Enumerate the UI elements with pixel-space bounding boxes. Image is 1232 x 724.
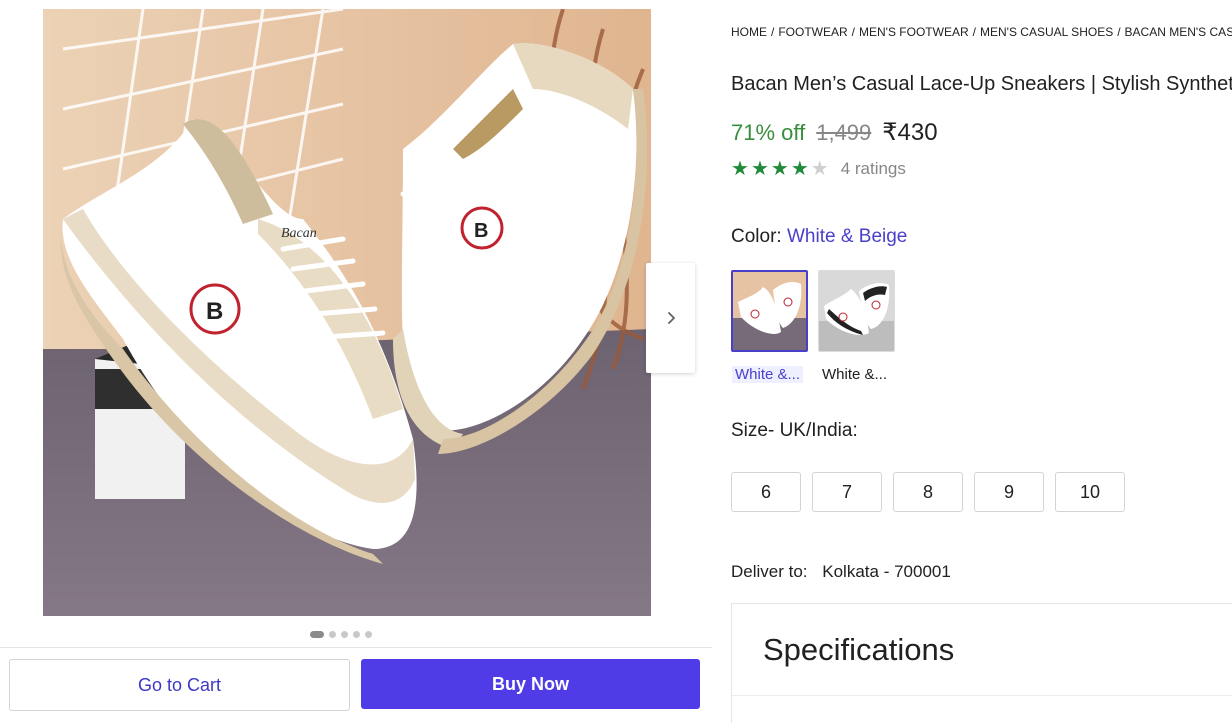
delivery-location: Kolkata - 700001 xyxy=(822,562,951,581)
breadcrumb-bacan[interactable]: BACAN MEN'S CASUAL xyxy=(1125,25,1232,39)
brand-logo: Bacan xyxy=(281,226,317,241)
next-image-button[interactable] xyxy=(646,263,695,373)
deliver-label: Deliver to: xyxy=(731,562,808,581)
selling-price: ₹430 xyxy=(882,119,938,146)
star-icon: ★ xyxy=(731,158,749,180)
gallery-dot[interactable] xyxy=(353,631,360,638)
divider xyxy=(732,695,1232,696)
color-label-text: Color: xyxy=(731,226,782,247)
product-gallery: B Bacan B Go to Cart Buy Now xyxy=(0,0,712,724)
product-details: HOME / FOOTWEAR / MEN'S FOOTWEAR / MEN'S CASUA… xyxy=(731,0,1232,723)
size-label: Size- UK/India: xyxy=(731,420,858,441)
action-bar: Go to Cart Buy Now xyxy=(0,647,712,724)
color-swatch-white-black[interactable] xyxy=(818,270,895,352)
size-option-7[interactable]: 7 xyxy=(812,472,882,512)
star-icon: ★ xyxy=(790,158,809,180)
color-swatch-white-beige[interactable] xyxy=(731,270,808,352)
breadcrumb: HOME / FOOTWEAR / MEN'S FOOTWEAR / MEN'S CASUA… xyxy=(731,25,1232,39)
sneaker-photo: B Bacan B xyxy=(43,9,651,616)
product-title: Bacan Men’s Casual Lace-Up Sneakers | St… xyxy=(731,73,1232,95)
chevron-right-icon xyxy=(667,312,675,324)
gallery-dot[interactable] xyxy=(329,631,336,638)
rating-count: 4 ratings xyxy=(840,159,906,178)
swatch-thumbnail xyxy=(733,272,806,350)
size-options: 6 7 8 9 10 xyxy=(731,472,1125,512)
breadcrumb-home[interactable]: HOME xyxy=(731,25,767,39)
selected-color: White & Beige xyxy=(786,226,908,247)
specifications-section: Specifications xyxy=(731,603,1232,723)
product-image[interactable]: B Bacan B xyxy=(43,9,651,616)
swatch-thumbnail xyxy=(819,271,894,351)
gallery-dot[interactable] xyxy=(365,631,372,638)
size-option-10[interactable]: 10 xyxy=(1055,472,1125,512)
rating-row[interactable]: ★ ★ ★ ★ ★ 4 ratings xyxy=(731,158,906,180)
breadcrumb-footwear[interactable]: FOOTWEAR xyxy=(778,25,847,39)
original-price: 1,499 xyxy=(816,120,872,145)
star-icon: ★ xyxy=(770,158,789,180)
star-icon: ★ xyxy=(750,158,769,180)
delivery-row[interactable]: Deliver to: Kolkata - 700001 xyxy=(731,562,951,582)
breadcrumb-mens-casual-shoes[interactable]: MEN'S CASUAL SHOES xyxy=(980,25,1113,39)
size-option-6[interactable]: 6 xyxy=(731,472,801,512)
svg-text:B: B xyxy=(474,220,488,242)
gallery-dot[interactable] xyxy=(341,631,348,638)
size-option-8[interactable]: 8 xyxy=(893,472,963,512)
go-to-cart-button[interactable]: Go to Cart xyxy=(9,659,350,711)
gallery-dot[interactable] xyxy=(310,631,324,638)
buy-now-button[interactable]: Buy Now xyxy=(361,659,700,709)
swatch-label[interactable]: White &... xyxy=(819,366,890,383)
size-option-9[interactable]: 9 xyxy=(974,472,1044,512)
gallery-pagination xyxy=(310,631,372,638)
star-empty-icon: ★ xyxy=(810,158,829,180)
color-label: Color: White & Beige xyxy=(731,226,907,248)
breadcrumb-mens-footwear[interactable]: MEN'S FOOTWEAR xyxy=(859,25,969,39)
price-row: 71% off 1,499 ₹430 xyxy=(731,118,938,147)
svg-text:B: B xyxy=(206,298,223,325)
discount-text: 71% off xyxy=(731,120,806,145)
swatch-label[interactable]: White &... xyxy=(732,366,804,383)
specifications-title: Specifications xyxy=(763,632,955,667)
